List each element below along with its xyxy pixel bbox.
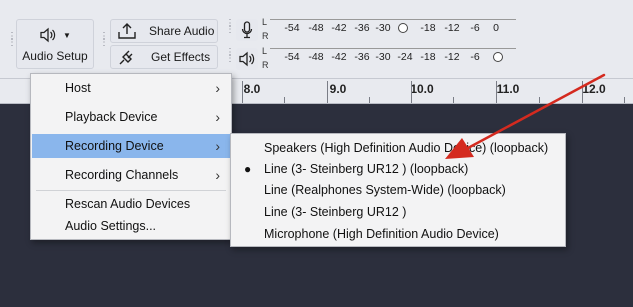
get-effects-label: Get Effects	[151, 50, 211, 64]
menu-item-label: Audio Settings...	[65, 219, 157, 233]
playback-meter-channel-right: R	[262, 60, 269, 70]
recording-meter-scale[interactable]: -54 -48 -42 -36 -30 -18 -12 -6 0	[270, 20, 516, 38]
speaker-icon	[239, 51, 255, 67]
scale-label: -24	[397, 51, 413, 63]
menu-item-label: Recording Channels	[65, 168, 179, 182]
menu-item-label: Host	[65, 81, 91, 95]
ruler-label: 12.0	[582, 82, 606, 96]
chevron-right-icon: ›	[215, 138, 220, 154]
scale-label: -42	[331, 51, 347, 63]
ruler-label: 8.0	[243, 82, 261, 96]
toolbar-grip[interactable]: ⋮ ⋮	[225, 19, 235, 35]
speaker-icon	[40, 27, 56, 43]
menu-item-label: Recording Device	[65, 139, 164, 153]
recording-meter-button[interactable]	[236, 19, 258, 41]
scale-label: -48	[308, 22, 324, 34]
plug-icon	[119, 50, 133, 65]
menu-item-recording-device[interactable]: Recording Device ›	[32, 134, 230, 158]
menu-item-label: Line (3- Steinberg UR12 )	[264, 205, 407, 219]
menu-item-label: Playback Device	[65, 110, 158, 124]
ruler-tick	[284, 97, 285, 103]
menu-item-label: Speakers (High Definition Audio Device) …	[264, 141, 549, 155]
scale-label: -48	[308, 51, 324, 63]
menu-item-rescan-audio-devices[interactable]: Rescan Audio Devices	[32, 192, 230, 216]
scale-label: -36	[354, 51, 370, 63]
chevron-right-icon: ›	[215, 167, 220, 183]
ruler-tick	[539, 97, 540, 103]
audio-setup-menu: Host › Playback Device › Recording Devic…	[30, 73, 232, 240]
ruler-tick	[242, 81, 243, 103]
ruler-tick	[453, 97, 454, 103]
menu-item-label: Microphone (High Definition Audio Device…	[264, 227, 499, 241]
menu-item-host[interactable]: Host ›	[32, 76, 230, 100]
ruler-tick	[327, 81, 328, 103]
microphone-icon	[241, 21, 253, 39]
ruler-tick	[624, 97, 625, 103]
playback-meter-scale[interactable]: -54 -48 -42 -36 -30 -24 -18 -12 -6	[270, 49, 516, 67]
ruler-label: 10.0	[410, 82, 434, 96]
scale-label: -30	[375, 51, 391, 63]
get-effects-button[interactable]: Get Effects	[110, 45, 218, 69]
scale-label: -18	[420, 22, 436, 34]
scale-label: -6	[470, 22, 480, 34]
recording-level-slider-thumb[interactable]	[398, 23, 408, 33]
ruler-label: 9.0	[329, 82, 347, 96]
playback-level-slider-thumb[interactable]	[493, 52, 503, 62]
scale-label: -12	[444, 51, 460, 63]
menu-item-label: Line (Realphones System-Wide) (loopback)	[264, 183, 506, 197]
ruler-tick	[496, 81, 497, 103]
share-audio-label: Share Audio	[149, 24, 215, 38]
menu-item-recording-channels[interactable]: Recording Channels ›	[32, 163, 230, 187]
chevron-right-icon: ›	[215, 109, 220, 125]
toolbar: ⋮ ⋮ ▼ Audio Setup ⋮ ⋮ Share Audio Get Effe…	[0, 0, 633, 79]
share-audio-button[interactable]: Share Audio	[110, 19, 218, 43]
scale-label: -6	[470, 51, 480, 63]
scale-label: -42	[331, 22, 347, 34]
menu-item-playback-device[interactable]: Playback Device ›	[32, 105, 230, 129]
menu-item-audio-settings[interactable]: Audio Settings...	[32, 214, 230, 238]
recording-meter-channel-left: L	[262, 17, 268, 27]
upload-icon	[118, 23, 136, 39]
recording-device-submenu: Speakers (High Definition Audio Device) …	[230, 133, 566, 247]
toolbar-grip[interactable]: ⋮ ⋮	[99, 32, 109, 48]
audio-setup-label: Audio Setup	[22, 49, 88, 63]
scale-label: 0	[493, 22, 499, 34]
ruler-label: 11.0	[496, 82, 520, 96]
ruler-tick	[582, 81, 583, 103]
recording-device-option[interactable]: Line (Realphones System-Wide) (loopback)	[232, 178, 564, 202]
chevron-right-icon: ›	[215, 80, 220, 96]
toolbar-grip[interactable]: ⋮ ⋮	[7, 32, 17, 48]
scale-label: -12	[444, 22, 460, 34]
recording-device-option[interactable]: Line (3- Steinberg UR12 )	[232, 200, 564, 224]
menu-separator	[36, 190, 226, 191]
ruler-tick	[411, 81, 412, 103]
recording-device-option[interactable]: Microphone (High Definition Audio Device…	[232, 222, 564, 246]
menu-item-label: Line (3- Steinberg UR12 ) (loopback)	[264, 162, 469, 176]
scale-label: -54	[284, 22, 300, 34]
audio-setup-button[interactable]: ▼ Audio Setup	[16, 19, 94, 69]
chevron-down-icon: ▼	[63, 30, 71, 40]
scale-label: -30	[375, 22, 391, 34]
toolbar-grip[interactable]: ⋮ ⋮	[225, 48, 235, 64]
playback-meter-channel-left: L	[262, 46, 268, 56]
recording-meter-channel-right: R	[262, 31, 269, 41]
playback-meter-button[interactable]	[236, 48, 258, 70]
scale-label: -36	[354, 22, 370, 34]
ruler-tick	[369, 97, 370, 103]
scale-label: -54	[284, 51, 300, 63]
scale-label: -18	[420, 51, 436, 63]
menu-item-label: Rescan Audio Devices	[65, 197, 191, 211]
